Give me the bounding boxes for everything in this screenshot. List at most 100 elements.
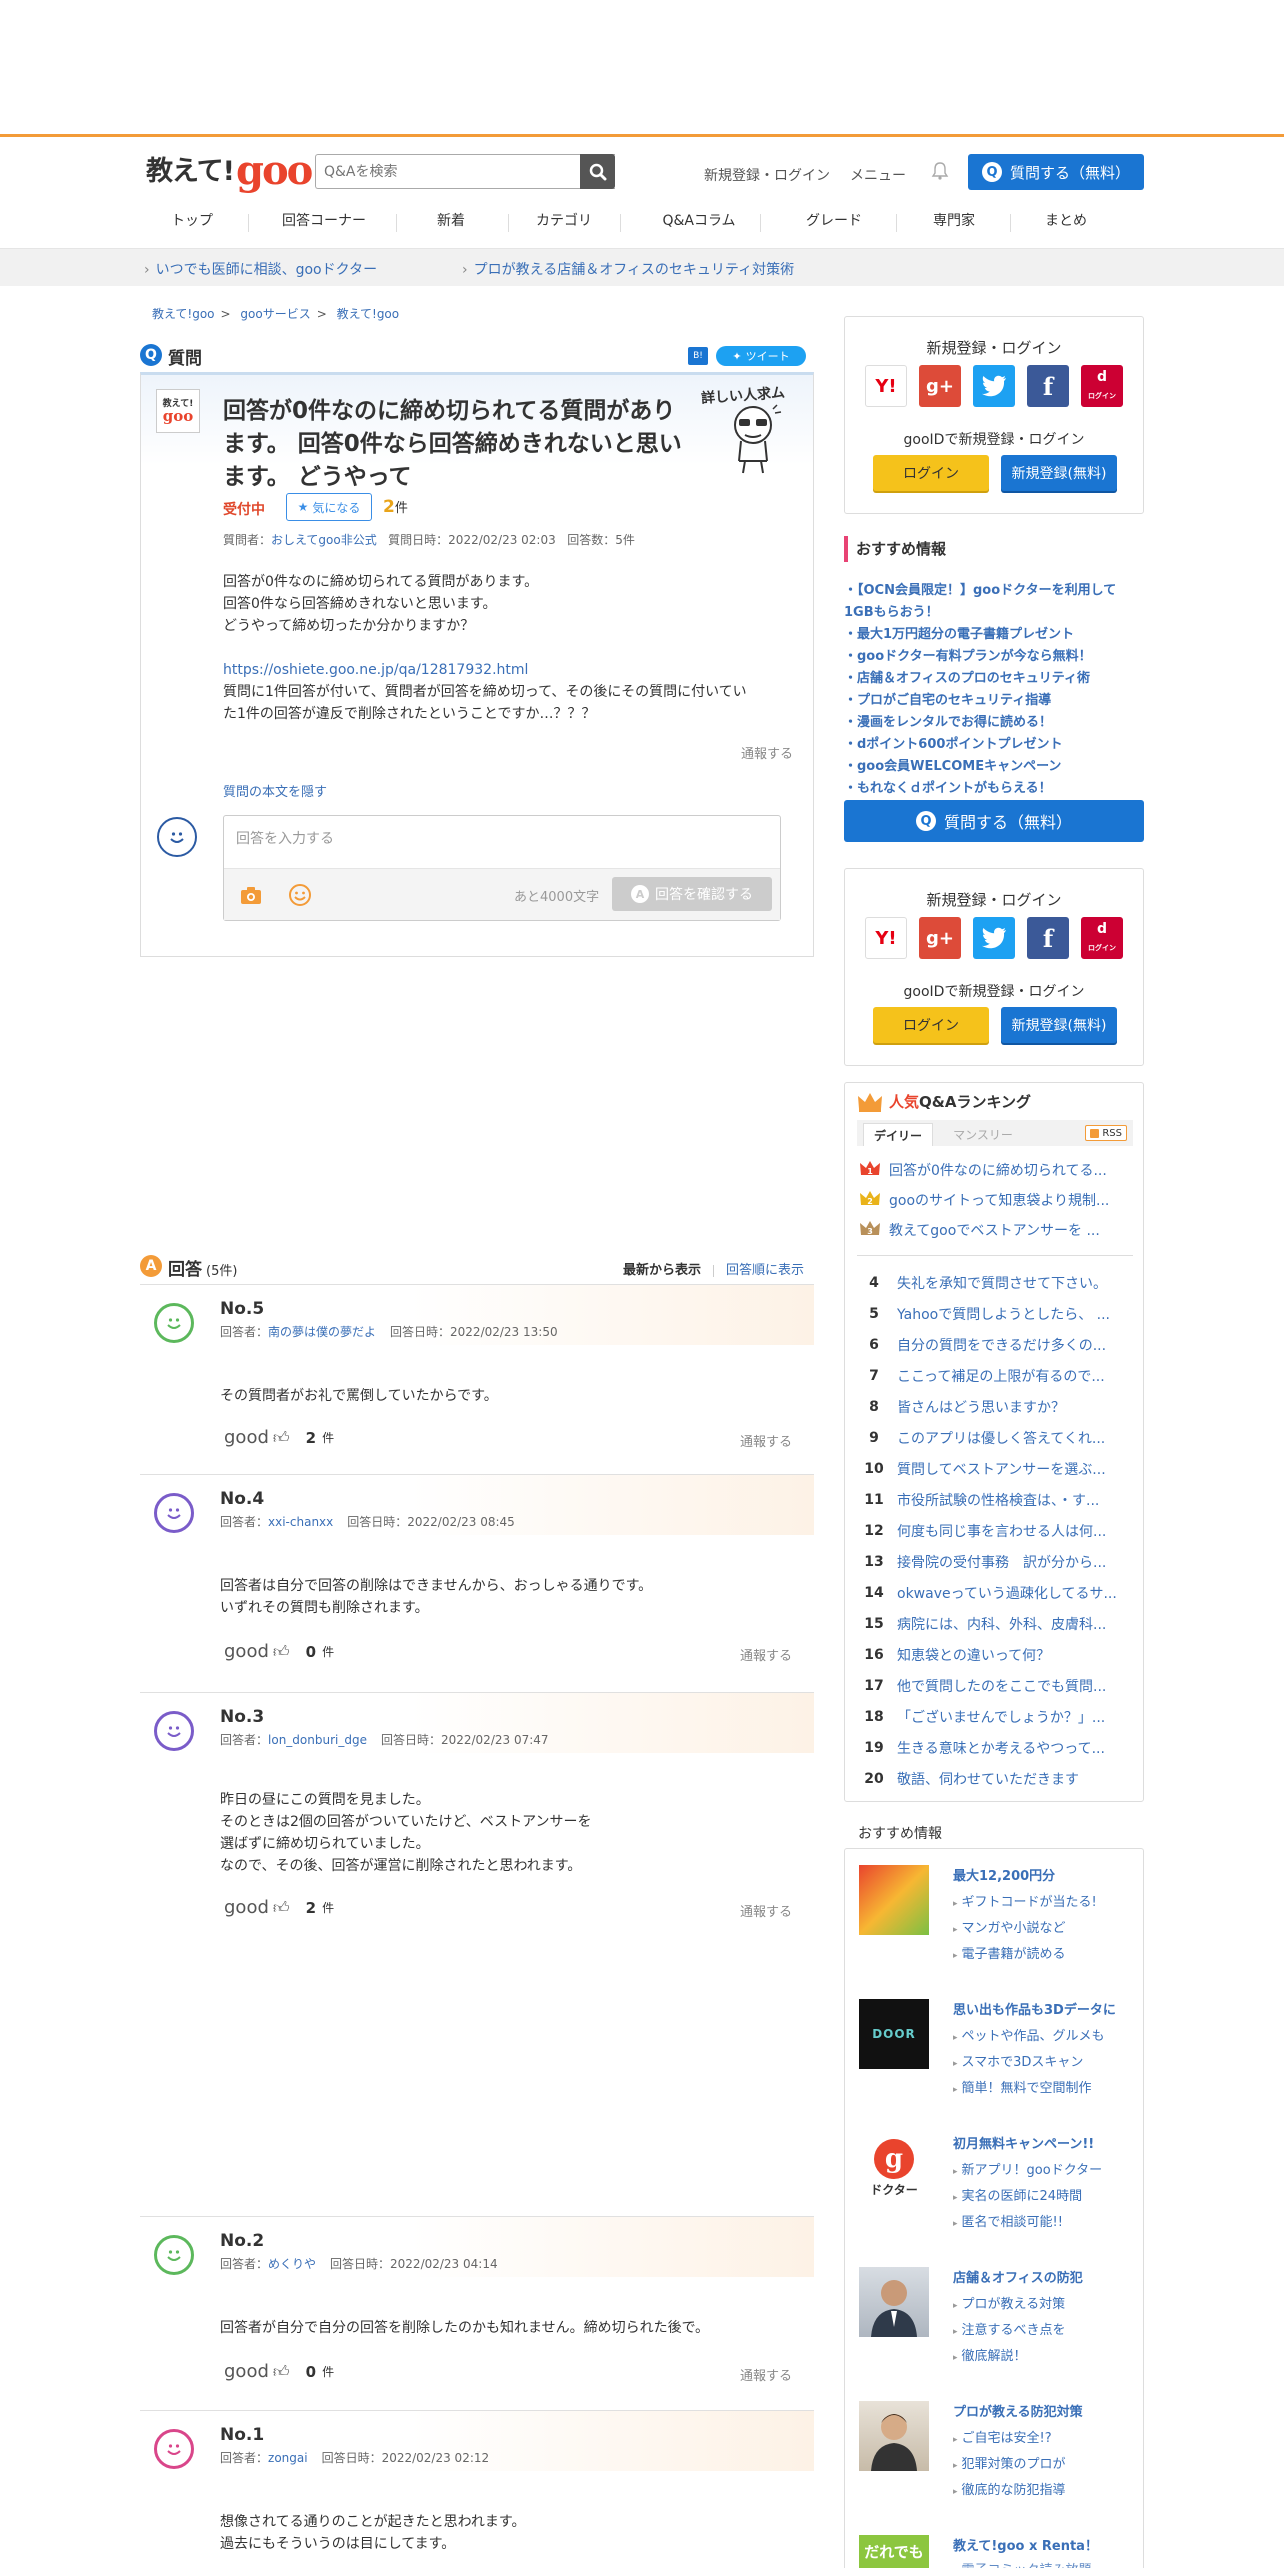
answerer-avatar-icon[interactable] [154, 2429, 194, 2469]
ranking-item[interactable]: 2 gooのサイトって知恵袋より規制... [859, 1189, 1135, 1211]
ranking-item[interactable]: 8 皆さんはどう思いますか？ [859, 1397, 1135, 1417]
ranking-item[interactable]: 19 生きる意味とか考えるやつって... [859, 1738, 1135, 1758]
nav-matome[interactable]: まとめ [1010, 210, 1122, 230]
answerer-name-link[interactable]: 南の夢は僕の夢だよ [268, 1325, 376, 1339]
nav-expert[interactable]: 専門家 [898, 210, 1010, 230]
good-button[interactable]: good 👍︎ 0 件 [224, 2361, 334, 2382]
recommended-link[interactable]: ・店舗＆オフィスのプロのセキュリティ術 [844, 668, 1144, 690]
good-button[interactable]: good 👍︎ 2 件 [224, 1897, 334, 1918]
answer-textarea[interactable]: 回答を入力する [224, 816, 780, 868]
report-link[interactable]: 通報する [740, 1431, 792, 1450]
recommended-link[interactable]: ・dポイント600ポイントプレゼント [844, 734, 1144, 756]
ranking-item[interactable]: 3 教えてgooでベストアンサーを ... [859, 1219, 1135, 1241]
promo-link-doctor[interactable]: いつでも医師に相談、gooドクター [144, 259, 377, 279]
answerer-avatar-icon[interactable] [154, 2235, 194, 2275]
google-login-icon[interactable]: g+ [919, 365, 961, 407]
tab-daily[interactable]: デイリー [863, 1123, 933, 1146]
nav-category[interactable]: カテゴリ [508, 210, 620, 230]
recommended-link[interactable]: ・もれなくｄポイントがもらえる！ [844, 778, 1144, 800]
facebook-login-icon[interactable]: f [1027, 365, 1069, 407]
ranking-item[interactable]: 11 市役所試験の性格検査は、・す... [859, 1490, 1135, 1510]
recommended-link[interactable]: ・最大1万円超分の電子書籍プレゼント [844, 624, 1144, 646]
answerer-name-link[interactable]: zongai [268, 2451, 308, 2465]
facebook-login-icon[interactable]: f [1027, 917, 1069, 959]
register-button[interactable]: 新規登録(無料) [1001, 1007, 1117, 1043]
report-link[interactable]: 通報する [741, 743, 793, 762]
answerer-avatar-icon[interactable] [154, 1493, 194, 1533]
promo-link-security[interactable]: プロが教える店舗＆オフィスのセキュリティ対策術 [462, 259, 794, 279]
tab-monthly[interactable]: マンスリー [945, 1123, 1021, 1146]
good-button[interactable]: good 👍︎ 0 件 [224, 1641, 334, 1662]
recommended-link[interactable]: ・プロがご自宅のセキュリティ指導 [844, 690, 1144, 712]
ranking-item[interactable]: 13 接骨院の受付事務 訳が分から... [859, 1552, 1135, 1572]
ad-item[interactable]: プロが教える防犯対策 ご自宅は安全!? 犯罪対策のプロが 徹底的な防犯指導 [859, 2401, 1139, 2498]
good-button[interactable]: good 👍︎ 2 件 [224, 1427, 334, 1448]
emoji-icon[interactable] [288, 883, 312, 907]
yahoo-login-icon[interactable]: Y! [865, 365, 907, 407]
ranking-item[interactable]: 12 何度も同じ事を言わせる人は何... [859, 1521, 1135, 1541]
breadcrumb-item[interactable]: 教えて!goo [337, 307, 400, 321]
sort-oldest-link[interactable]: 回答順に表示 [726, 1263, 804, 1278]
nav-top[interactable]: トップ [136, 210, 248, 230]
ad-item[interactable]: だれでも 教えて!goo x Renta！ 電子コミック読み放題 [859, 2535, 1139, 2568]
ranking-item[interactable]: 9 このアプリは優しく答えてくれ... [859, 1428, 1135, 1448]
ranking-item[interactable]: 18 「ございませんでしょうか？」... [859, 1707, 1135, 1727]
answerer-name-link[interactable]: xxi-chanxx [268, 1515, 333, 1529]
tweet-button[interactable]: ✦ ツイート [716, 346, 806, 366]
ranking-item[interactable]: 14 okwaveっていう過疎化してるサ... [859, 1583, 1135, 1603]
ad-item[interactable]: g ドクター 初月無料キャンペーン!! 新アプリ！gooドクター 実名の医師に2… [859, 2133, 1139, 2230]
search-input[interactable] [316, 155, 615, 188]
question-link[interactable]: https://oshiete.goo.ne.jp/qa/12817932.ht… [223, 662, 528, 678]
breadcrumb-item[interactable]: gooサービス [240, 307, 310, 321]
yahoo-login-icon[interactable]: Y! [865, 917, 907, 959]
report-link[interactable]: 通報する [740, 1901, 792, 1920]
twitter-login-icon[interactable] [973, 365, 1015, 407]
report-link[interactable]: 通報する [740, 2365, 792, 2384]
twitter-login-icon[interactable] [973, 917, 1015, 959]
ranking-item[interactable]: 5 Yahooで質問しようとしたら、 ... [859, 1304, 1135, 1324]
asker-avatar[interactable]: 教えて! goo [156, 389, 200, 433]
ranking-item[interactable]: 7 ここって補足の上限が有るので... [859, 1366, 1135, 1386]
login-button[interactable]: ログイン [873, 455, 989, 491]
confirm-answer-button[interactable]: A 回答を確認する [612, 877, 772, 911]
menu-link[interactable]: メニュー [850, 165, 906, 185]
rss-link[interactable]: RSS [1085, 1125, 1127, 1141]
nav-answer-corner[interactable]: 回答コーナー [268, 210, 380, 230]
watch-button[interactable]: ★ 気になる [286, 493, 372, 521]
ad-item[interactable]: 店舗＆オフィスの防犯 プロが教える対策 注意するべき点を 徹底解説！ [859, 2267, 1139, 2364]
ranking-item[interactable]: 20 敬語、伺わせていただきます [859, 1769, 1135, 1789]
sort-newest-link[interactable]: 最新から表示 [623, 1263, 701, 1278]
breadcrumb-item[interactable]: 教えて!goo [152, 307, 215, 321]
report-link[interactable]: 通報する [740, 1645, 792, 1664]
ask-question-button[interactable]: Q 質問する（無料） [968, 154, 1144, 190]
ad-item[interactable]: DOOR 思い出も作品も3Dデータに ペットや作品、グルメも スマホで3Dスキャ… [859, 1999, 1139, 2096]
nav-qa-column[interactable]: Q&Aコラム [643, 210, 755, 230]
ranking-item[interactable]: 6 自分の質問をできるだけ多くの... [859, 1335, 1135, 1355]
nav-new[interactable]: 新着 [395, 210, 507, 230]
bell-icon[interactable] [930, 161, 950, 181]
recommended-link[interactable]: ・漫画をレンタルでお得に読める！ [844, 712, 1144, 734]
sidebar-ask-button[interactable]: Q 質問する（無料） [844, 800, 1144, 842]
docomo-login-icon[interactable]: d ログイン [1081, 365, 1123, 407]
ranking-item[interactable]: 1 回答が0件なのに締め切られてる... [859, 1159, 1135, 1181]
camera-icon[interactable] [240, 885, 262, 905]
nav-grade[interactable]: グレード [778, 210, 890, 230]
ranking-item[interactable]: 4 失礼を承知で質問させて下さい。 [859, 1273, 1135, 1293]
answerer-avatar-icon[interactable] [154, 1711, 194, 1751]
register-login-link[interactable]: 新規登録・ログイン [704, 165, 830, 185]
site-logo[interactable]: 教えて! goo [146, 149, 313, 191]
ad-item[interactable]: 最大12,200円分 ギフトコードが当たる! マンガや小説など 電子書籍が読める [859, 1865, 1139, 1962]
bookmark-icon[interactable]: B! [688, 347, 708, 365]
ranking-item[interactable]: 10 質問してベストアンサーを選ぶ... [859, 1459, 1135, 1479]
google-login-icon[interactable]: g+ [919, 917, 961, 959]
register-button[interactable]: 新規登録(無料) [1001, 455, 1117, 491]
answerer-name-link[interactable]: めくりや [268, 2257, 316, 2271]
search-button[interactable] [580, 154, 615, 189]
ranking-item[interactable]: 16 知恵袋との違いって何？ [859, 1645, 1135, 1665]
answerer-avatar-icon[interactable] [154, 1303, 194, 1343]
recommended-link[interactable]: ・goo会員WELCOMEキャンペーン [844, 756, 1144, 778]
login-button[interactable]: ログイン [873, 1007, 989, 1043]
hide-body-link[interactable]: 質問の本文を隠す [223, 781, 327, 800]
ranking-item[interactable]: 17 他で質問したのをここでも質問... [859, 1676, 1135, 1696]
asker-name-link[interactable]: おしえてgoo非公式 [271, 533, 377, 547]
